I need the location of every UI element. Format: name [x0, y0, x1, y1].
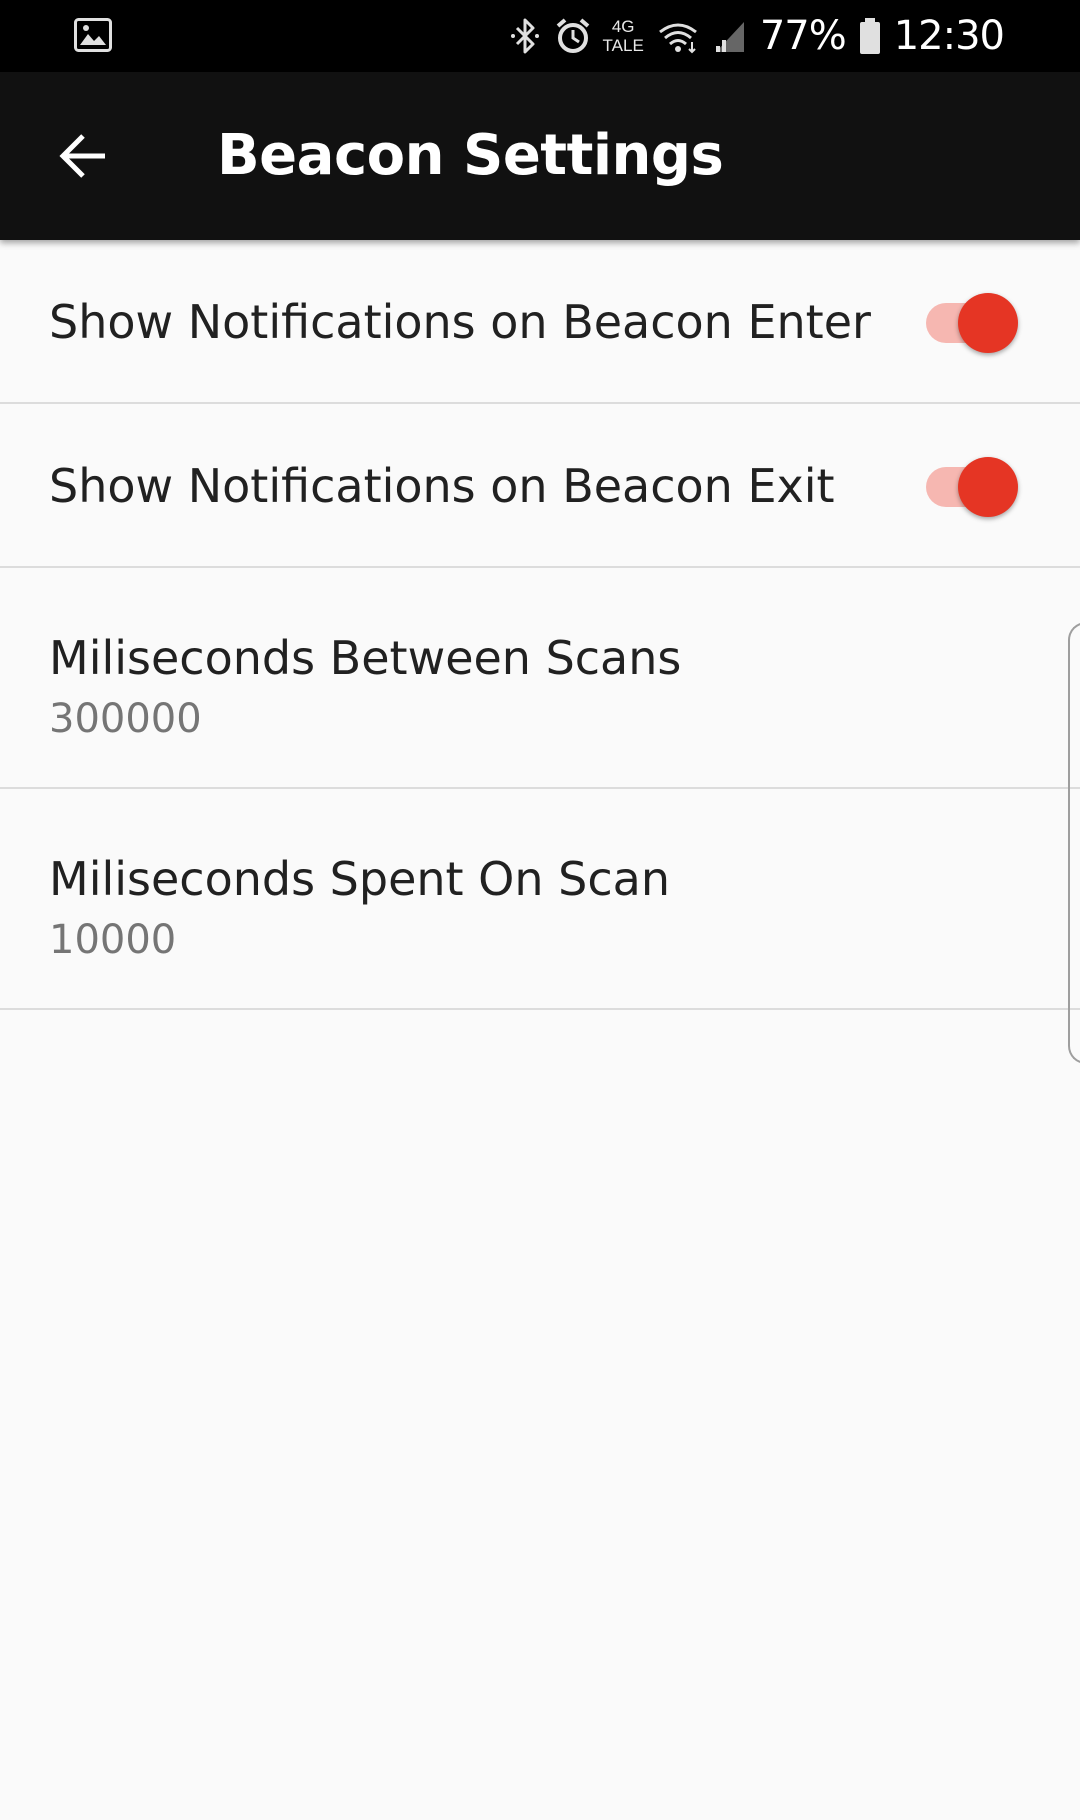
- pref-title: Show Notifications on Beacon Exit: [49, 459, 835, 513]
- switch-thumb: [958, 457, 1018, 517]
- status-time: 12:30: [893, 13, 1005, 59]
- settings-list: Show Notifications on Beacon Enter Show …: [0, 240, 1080, 1010]
- switch-thumb: [958, 293, 1018, 353]
- network-type-label: 4G TALE: [603, 17, 644, 55]
- pref-title: Miliseconds Spent On Scan: [49, 852, 670, 906]
- back-button[interactable]: [44, 116, 124, 196]
- notify-enter-switch[interactable]: [922, 287, 1022, 353]
- notify-exit-switch[interactable]: [922, 451, 1022, 517]
- gallery-icon: [74, 18, 112, 52]
- pref-title: Show Notifications on Beacon Enter: [49, 295, 871, 349]
- edge-panel-handle[interactable]: [1068, 622, 1080, 1064]
- alarm-icon: [556, 18, 589, 53]
- battery-icon: [859, 18, 880, 54]
- pref-scan-interval[interactable]: Miliseconds Between Scans 300000: [0, 568, 1080, 789]
- pref-notify-enter[interactable]: Show Notifications on Beacon Enter: [0, 240, 1080, 404]
- network-type-top: 4G: [611, 17, 635, 36]
- status-icons: 4G TALE 77% 12:30: [507, 0, 1005, 72]
- app-bar: Beacon Settings: [0, 72, 1080, 240]
- battery-percent: 77%: [759, 13, 847, 59]
- bluetooth-icon: [510, 18, 539, 54]
- arrow-back-icon: [59, 134, 105, 178]
- pref-title: Miliseconds Between Scans: [49, 631, 682, 685]
- wifi-icon: [658, 23, 697, 54]
- page-title: Beacon Settings: [217, 123, 724, 188]
- signal-icon: [715, 22, 744, 52]
- pref-value: 10000: [49, 917, 177, 963]
- pref-scan-duration[interactable]: Miliseconds Spent On Scan 10000: [0, 789, 1080, 1010]
- network-type-bottom: TALE: [602, 36, 644, 55]
- status-bar: 4G TALE 77% 12:30: [0, 0, 1080, 72]
- pref-notify-exit[interactable]: Show Notifications on Beacon Exit: [0, 404, 1080, 568]
- pref-value: 300000: [49, 696, 202, 742]
